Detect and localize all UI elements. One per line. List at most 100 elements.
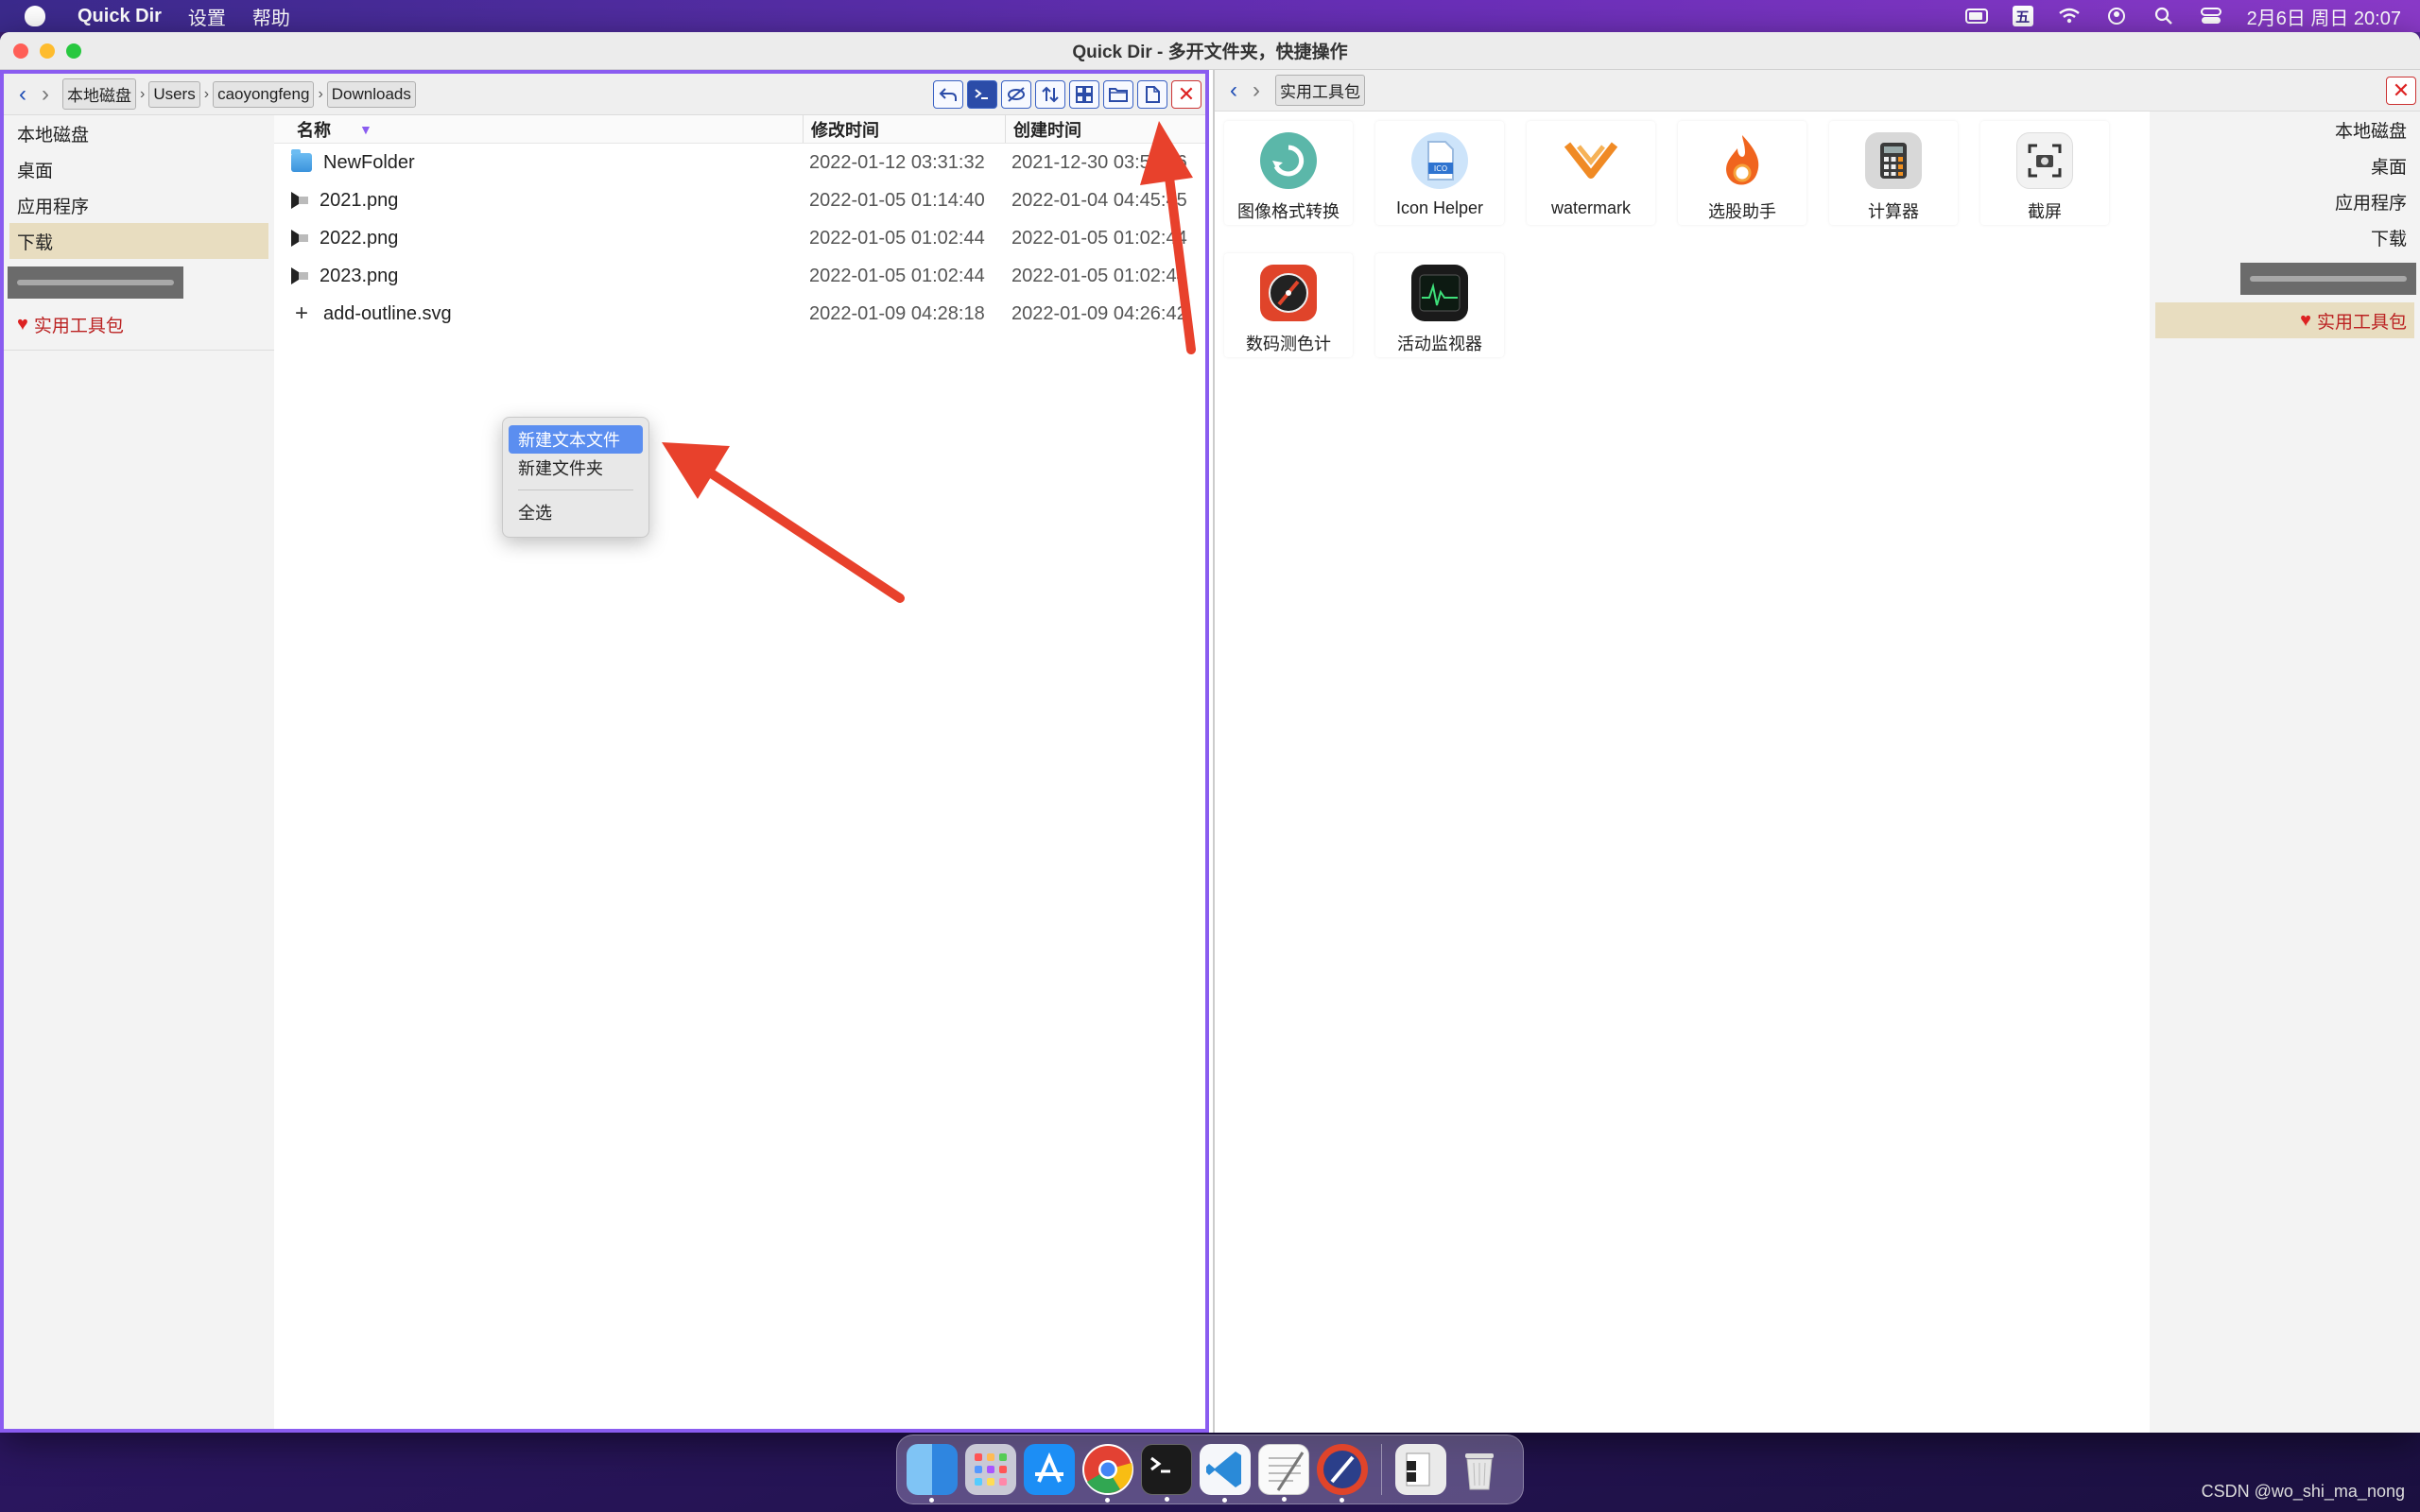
window-minimize-button[interactable]: [40, 43, 55, 59]
sidebar-item-favorite[interactable]: ♥ 实用工具包: [2155, 302, 2414, 338]
right-toolbar: ‹ › 实用工具包 ✕: [1215, 70, 2420, 112]
colorimeter-icon[interactable]: [1317, 1444, 1368, 1503]
menu-item-select-all[interactable]: 全选: [509, 498, 643, 526]
window-close-button[interactable]: [13, 43, 28, 59]
sidebar-item-local-disk[interactable]: 本地磁盘: [2150, 112, 2420, 147]
window-title: Quick Dir - 多开文件夹，快捷操作: [1072, 43, 1348, 62]
window-zoom-button[interactable]: [66, 43, 81, 59]
terminal-icon[interactable]: [1141, 1444, 1192, 1502]
back-icon[interactable]: ‹: [11, 80, 34, 109]
file-modified: 2022-01-05 01:02:44: [809, 227, 985, 249]
new-file-icon[interactable]: [1137, 80, 1167, 109]
file-name: NewFolder: [323, 151, 415, 173]
sidebar-item-desktop[interactable]: 桌面: [2150, 147, 2420, 183]
user-icon[interactable]: [2105, 7, 2128, 26]
app-tile[interactable]: 数码测色计: [1224, 253, 1353, 357]
window-titlebar: Quick Dir - 多开文件夹，快捷操作: [0, 32, 2420, 70]
app-label: 图像格式转换: [1237, 202, 1340, 221]
sidebar-item-applications[interactable]: 应用程序: [4, 187, 274, 223]
back-icon[interactable]: ‹: [1222, 77, 1245, 105]
terminal-icon[interactable]: [967, 80, 997, 109]
control-center-icon[interactable]: [2200, 7, 2222, 26]
sidebar-drag-handle[interactable]: [2240, 263, 2416, 295]
menu-app-name[interactable]: Quick Dir: [78, 6, 162, 27]
hide-icon[interactable]: [1001, 80, 1031, 109]
file-name: 2021.png: [320, 189, 399, 211]
sidebar-item-desktop[interactable]: 桌面: [4, 151, 274, 187]
trash-icon[interactable]: [1454, 1444, 1505, 1495]
image-file-icon: [291, 267, 308, 284]
activity-monitor-icon: [1411, 265, 1468, 321]
file-row[interactable]: 2023.png 2022-01-05 01:02:44 2022-01-05 …: [274, 257, 1205, 295]
right-pane: ‹ › 实用工具包 ✕ 图像格式转换 ICO Icon Helper water…: [1213, 70, 2420, 1433]
colorimeter-icon: [1260, 265, 1317, 321]
watermark-icon: [1563, 132, 1619, 189]
ico-file-icon: ICO: [1411, 132, 1468, 189]
close-pane-button[interactable]: ✕: [2386, 77, 2416, 105]
close-pane-button[interactable]: ✕: [1171, 80, 1201, 109]
quickdir-icon[interactable]: [1395, 1444, 1446, 1495]
vscode-icon[interactable]: [1200, 1444, 1251, 1503]
launchpad-icon[interactable]: [965, 1444, 1016, 1495]
wifi-icon[interactable]: [2058, 7, 2081, 26]
file-row[interactable]: 2021.png 2022-01-05 01:14:40 2022-01-04 …: [274, 181, 1205, 219]
forward-icon[interactable]: ›: [34, 80, 57, 109]
app-tile[interactable]: 计算器: [1829, 121, 1958, 225]
file-created: 2021-12-30 03:53:36: [1011, 151, 1187, 173]
app-window: Quick Dir - 多开文件夹，快捷操作 ‹ › 本地磁盘 › Users …: [0, 32, 2420, 1433]
menu-item-new-folder[interactable]: 新建文件夹: [509, 454, 643, 482]
app-tile[interactable]: 选股助手: [1678, 121, 1806, 225]
app-tile[interactable]: watermark: [1527, 121, 1655, 225]
sidebar-item-downloads[interactable]: 下载: [2150, 219, 2420, 255]
left-sidebar: 本地磁盘 桌面 应用程序 下载 ♥ 实用工具包: [4, 115, 274, 1429]
breadcrumb-item[interactable]: Users: [148, 80, 200, 108]
menubar-clock[interactable]: 2月6日 周日 20:07: [2247, 3, 2401, 30]
menu-settings[interactable]: 设置: [188, 3, 226, 30]
breadcrumb-item[interactable]: Downloads: [326, 80, 416, 108]
battery-icon[interactable]: [1964, 7, 1988, 26]
breadcrumb-item[interactable]: caoyongfeng: [213, 80, 315, 108]
search-icon[interactable]: [2152, 7, 2175, 26]
app-label: 计算器: [1868, 202, 1919, 221]
undo-icon[interactable]: [933, 80, 963, 109]
finder-icon[interactable]: [907, 1444, 958, 1503]
app-tile[interactable]: 截屏: [1980, 121, 2109, 225]
column-header-modified[interactable]: 修改时间: [804, 115, 1006, 143]
textedit-icon[interactable]: [1258, 1444, 1309, 1502]
column-header-name[interactable]: 名称 ▼: [274, 115, 804, 143]
image-file-icon: [291, 192, 308, 209]
column-name-label: 名称: [297, 120, 331, 140]
breadcrumb-item[interactable]: 实用工具包: [1275, 75, 1365, 106]
sort-icon[interactable]: [1035, 80, 1065, 109]
file-created: 2022-01-04 04:45:45: [1011, 189, 1187, 211]
grid-view-icon[interactable]: [1069, 80, 1099, 109]
sidebar-item-applications[interactable]: 应用程序: [2150, 183, 2420, 219]
calculator-icon: [1865, 132, 1922, 189]
breadcrumb-separator: ›: [140, 85, 146, 102]
chrome-icon[interactable]: [1082, 1444, 1133, 1503]
new-folder-icon[interactable]: [1103, 80, 1133, 109]
menu-help[interactable]: 帮助: [252, 3, 290, 30]
sidebar-item-downloads[interactable]: 下载: [9, 223, 268, 259]
context-menu: 新建文本文件 新建文件夹 全选: [502, 417, 649, 538]
breadcrumb-item[interactable]: 本地磁盘: [62, 78, 136, 110]
image-file-icon: [291, 230, 308, 247]
file-row[interactable]: 2022.png 2022-01-05 01:02:44 2022-01-05 …: [274, 219, 1205, 257]
app-tile[interactable]: 图像格式转换: [1224, 121, 1353, 225]
app-tile[interactable]: 活动监视器: [1375, 253, 1504, 357]
sidebar-item-favorite[interactable]: ♥ 实用工具包: [4, 306, 274, 342]
sidebar-drag-handle[interactable]: [8, 266, 183, 299]
dock-separator: [1381, 1444, 1382, 1495]
app-store-icon[interactable]: [1024, 1444, 1075, 1495]
menu-item-new-text-file[interactable]: 新建文本文件: [509, 425, 643, 454]
file-modified: 2022-01-09 04:28:18: [809, 302, 985, 324]
apple-icon[interactable]: [25, 6, 45, 26]
file-row[interactable]: + add-outline.svg 2022-01-09 04:28:18 202…: [274, 295, 1205, 333]
sidebar-item-local-disk[interactable]: 本地磁盘: [4, 115, 274, 151]
file-row[interactable]: NewFolder 2022-01-12 03:31:32 2021-12-30…: [274, 144, 1205, 181]
app-tile[interactable]: ICO Icon Helper: [1375, 121, 1504, 225]
input-method-icon[interactable]: 五: [2012, 6, 2033, 26]
left-toolbar: ‹ › 本地磁盘 › Users › caoyongfeng › Downloa…: [4, 74, 1205, 115]
forward-icon[interactable]: ›: [1245, 77, 1268, 105]
column-header-created[interactable]: 创建时间: [1006, 115, 1205, 143]
